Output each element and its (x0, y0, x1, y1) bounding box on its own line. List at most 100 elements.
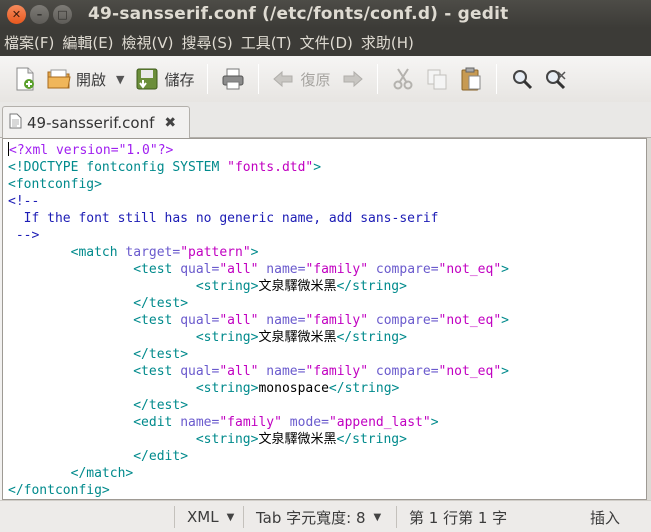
code-token: </test> (133, 398, 189, 413)
code-line[interactable]: <string>文泉驛微米黑</string> (8, 431, 509, 448)
menu-search[interactable]: 搜尋(S) (182, 32, 239, 53)
close-window-button[interactable]: ✕ (7, 4, 26, 24)
tab-width-selector[interactable]: Tab 字元寬度: 8 ▼ (243, 506, 381, 528)
code-token: "not_eq" (438, 364, 502, 379)
save-button[interactable]: 儲存 (130, 61, 198, 97)
print-icon (220, 66, 246, 92)
paste-button[interactable] (454, 61, 488, 97)
code-token: <fontconfig> (8, 177, 102, 192)
code-line[interactable]: <string>文泉驛微米黑</string> (8, 278, 509, 295)
code-token: "all" (219, 262, 259, 277)
code-line[interactable]: <test qual="all" name="family" compare="… (8, 312, 509, 329)
code-token: <match (70, 245, 126, 260)
code-token: </edit> (133, 449, 189, 464)
language-selector[interactable]: XML ▼ (174, 506, 234, 528)
code-line[interactable]: <?xml version="1.0"?> (8, 142, 509, 159)
code-content[interactable]: <?xml version="1.0"?> <!DOCTYPE fontconfi… (8, 142, 509, 499)
code-line[interactable]: <string>monospace</string> (8, 380, 509, 397)
code-token: "not_eq" (438, 313, 502, 328)
code-token: <!DOCTYPE fontconfig SYSTEM (8, 160, 228, 175)
code-line[interactable]: <!-- (8, 193, 509, 210)
undo-icon (271, 66, 297, 92)
code-line[interactable]: <test qual="all" name="family" compare="… (8, 261, 509, 278)
open-button[interactable]: 開啟 (42, 61, 110, 97)
text-editor[interactable]: <?xml version="1.0"?> <!DOCTYPE fontconfi… (2, 138, 647, 500)
code-token: "family" (305, 262, 369, 277)
find-replace-button[interactable] (539, 61, 573, 97)
code-token: > (430, 415, 439, 430)
code-token: name= (258, 313, 306, 328)
code-token: name= (258, 364, 306, 379)
code-token: <!-- (8, 194, 40, 209)
tab-close-icon[interactable]: ✖ (164, 115, 176, 131)
code-line[interactable]: <string>文泉驛微米黑</string> (8, 329, 509, 346)
code-line[interactable]: <match target="pattern"> (8, 244, 509, 261)
code-token: <?xml version="1.0"?> (9, 143, 174, 158)
redo-button[interactable] (335, 61, 369, 97)
code-line[interactable]: <test qual="all" name="family" compare="… (8, 363, 509, 380)
undo-button[interactable]: 復原 (267, 61, 335, 97)
code-token: 文泉驛微米黑 (258, 279, 337, 294)
insert-mode: 插入 (590, 506, 620, 528)
code-token: "family" (305, 313, 369, 328)
menu-bar: 檔案(F) 編輯(E) 檢視(V) 搜尋(S) 工具(T) 文件(D) 求助(H… (0, 28, 651, 56)
code-token: target= (125, 245, 181, 260)
code-line[interactable]: <!DOCTYPE fontconfig SYSTEM "fonts.dtd"> (8, 159, 509, 176)
code-line[interactable]: </fontconfig> (8, 482, 509, 499)
vertical-scrollbar[interactable] (647, 138, 651, 500)
code-token: name= (258, 262, 306, 277)
find-button[interactable] (505, 61, 539, 97)
copy-button[interactable] (420, 61, 454, 97)
code-line[interactable]: --> (8, 227, 509, 244)
code-token: mode= (281, 415, 329, 430)
print-button[interactable] (216, 61, 250, 97)
menu-documents[interactable]: 文件(D) (300, 32, 359, 53)
maximize-window-button[interactable]: □ (53, 4, 72, 24)
code-token: qual= (180, 262, 220, 277)
toolbar-separator (206, 64, 208, 94)
menu-view[interactable]: 檢視(V) (122, 32, 180, 53)
code-token: 文泉驛微米黑 (258, 432, 337, 447)
code-line[interactable]: </match> (8, 465, 509, 482)
code-token: > (501, 313, 509, 328)
code-token: > (313, 160, 322, 175)
undo-label: 復原 (300, 70, 331, 89)
find-replace-icon (543, 66, 569, 92)
code-line[interactable]: </edit> (8, 448, 509, 465)
code-line[interactable]: </test> (8, 397, 509, 414)
code-token: 文泉驛微米黑 (258, 330, 337, 345)
code-token: > (501, 262, 509, 277)
code-line[interactable]: <edit name="family" mode="append_last"> (8, 414, 509, 431)
tab-width-label: Tab 字元寬度: 8 (256, 508, 366, 527)
toolbar-separator (257, 64, 259, 94)
code-token: <test (133, 364, 181, 379)
menu-edit[interactable]: 編輯(E) (62, 32, 119, 53)
toolbar-separator (376, 64, 378, 94)
code-token: name= (180, 415, 220, 430)
menu-help[interactable]: 求助(H) (361, 32, 420, 53)
code-line[interactable]: </test> (8, 295, 509, 312)
code-token: <test (133, 262, 181, 277)
new-document-icon (12, 66, 38, 92)
code-token: compare= (368, 313, 439, 328)
recent-files-dropdown[interactable]: ▼ (110, 73, 130, 86)
code-line[interactable]: <fontconfig> (8, 176, 509, 193)
code-token: </string> (336, 330, 407, 345)
find-icon (509, 66, 535, 92)
code-token: <string> (195, 381, 259, 396)
toolbar-separator (495, 64, 497, 94)
menu-tools[interactable]: 工具(T) (241, 32, 298, 53)
cut-button[interactable] (386, 61, 420, 97)
tab-49-sansserif-conf[interactable]: 49-sansserif.conf ✖ (2, 106, 190, 138)
code-line[interactable]: </test> (8, 346, 509, 363)
minimize-window-button[interactable]: – (30, 4, 49, 24)
new-document-button[interactable] (8, 61, 42, 97)
code-line[interactable]: If the font still has no generic name, a… (8, 210, 509, 227)
menu-file[interactable]: 檔案(F) (4, 32, 60, 53)
maximize-icon: □ (57, 7, 68, 21)
